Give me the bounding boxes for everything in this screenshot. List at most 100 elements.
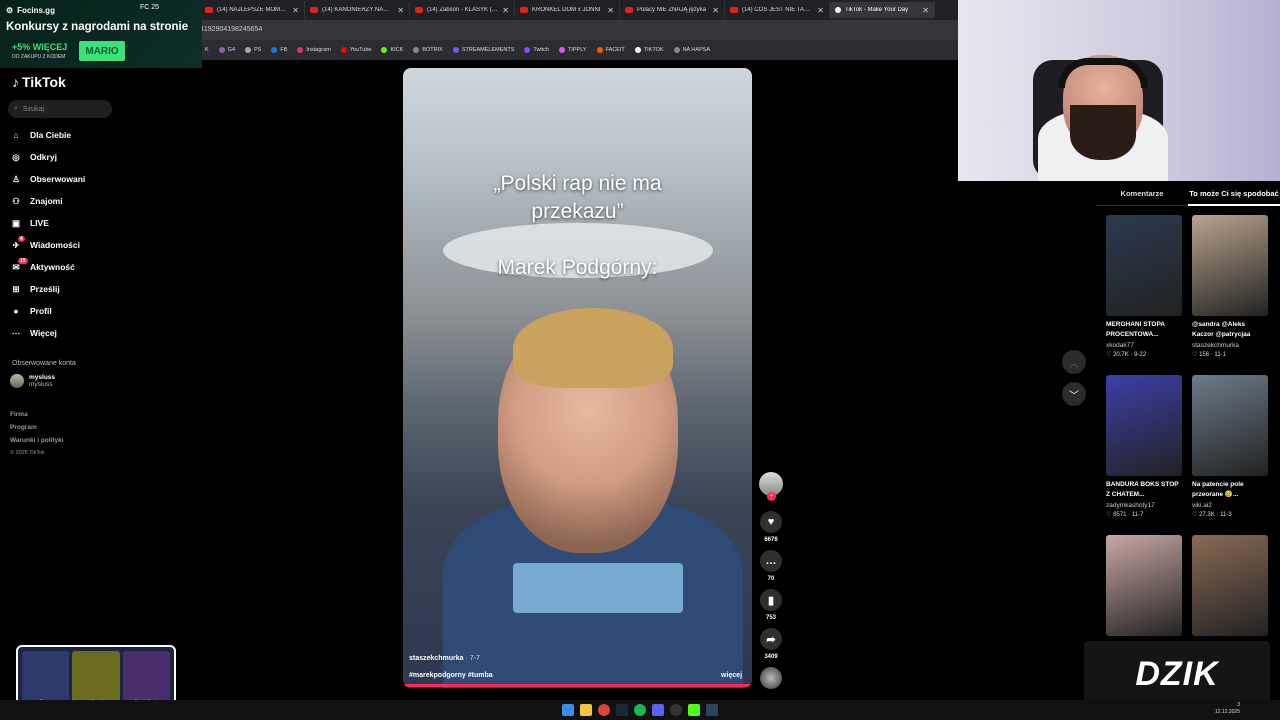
close-icon[interactable]: ✕ xyxy=(712,6,719,15)
followed-account[interactable]: mysluss mysluss xyxy=(10,374,55,388)
bookmark-item[interactable]: Instagram xyxy=(297,47,331,53)
chrome-icon[interactable] xyxy=(598,704,610,716)
like-button[interactable]: ♥ 6676 xyxy=(759,511,783,543)
suggested-video-card[interactable]: BANDURA BOKS STOP Z CHATEM... zadymkashot… xyxy=(1106,375,1182,518)
browser-tab[interactable]: (14) KANONIERZY NADAL ✕ xyxy=(305,2,410,18)
sidebar-item-obserwowani[interactable]: ♙ Obserwowani xyxy=(10,170,160,188)
more-link[interactable]: więcej xyxy=(721,672,742,679)
sidebar-item-dla-ciebie[interactable]: ⌂ Dla Ciebie xyxy=(10,126,160,144)
bookmark-item[interactable]: TIKTOK xyxy=(634,47,664,53)
music-disc[interactable] xyxy=(760,667,782,689)
bookmark-icon xyxy=(558,47,565,53)
video-player[interactable]: „Polski rap nie ma przekazu” Marek Podgó… xyxy=(403,68,752,688)
steam-icon[interactable] xyxy=(616,704,628,716)
heart-icon: ♡ xyxy=(1192,512,1198,518)
tab-suggestions[interactable]: To może Ci się spodobać xyxy=(1188,182,1280,206)
bookmark-icon xyxy=(524,47,531,53)
video-thumbnail[interactable] xyxy=(1106,215,1182,316)
browser-tab[interactable]: Polacy NIE ZNAJĄ języka ✕ xyxy=(620,2,725,18)
bookmark-label: TIKTOK xyxy=(643,47,664,53)
bookmark-icon xyxy=(297,47,304,53)
browser-tab[interactable]: (14) COŚ JEST NIE TAK | T ✕ xyxy=(725,2,830,18)
close-icon[interactable]: ✕ xyxy=(922,6,929,15)
follow-plus-icon[interactable]: + xyxy=(767,492,776,501)
bookmark-item[interactable]: G4 xyxy=(218,47,235,53)
sidebar-item-wi-cej[interactable]: ⋯ Więcej xyxy=(10,324,160,342)
save-button[interactable]: ▮ 753 xyxy=(759,589,783,621)
video-thumbnail[interactable] xyxy=(1192,535,1268,636)
chevron-up-icon[interactable]: ︿ xyxy=(1062,350,1086,374)
card-likes: 8571 xyxy=(1113,512,1127,518)
followed-title: Obserwowane konta xyxy=(12,360,76,367)
discord-icon[interactable] xyxy=(652,704,664,716)
sidebar-item-prze-lij[interactable]: ⊞ Prześlij xyxy=(10,280,160,298)
close-icon[interactable]: ✕ xyxy=(607,6,614,15)
sidebar-item-znajomi[interactable]: ⚇ Znajomi xyxy=(10,192,160,210)
suggested-video-card[interactable]: MERGHANI STOPA PROCENTOWA... xkodak77 ♡ 2… xyxy=(1106,215,1182,358)
bookmark-item[interactable]: BOTRIX xyxy=(413,47,443,53)
youtube-favicon-icon xyxy=(730,7,738,13)
windows-start-icon[interactable] xyxy=(562,704,574,716)
footer-link[interactable]: Program xyxy=(10,424,37,431)
dzik-logo: DZIK xyxy=(1084,641,1270,708)
share-button[interactable]: ➦ 3409 xyxy=(759,628,783,660)
sidebar-item-wiadomo-ci[interactable]: ✈ 4 Wiadomości xyxy=(10,236,160,254)
bookmark-item[interactable]: KICK xyxy=(381,47,403,53)
suggested-video-card[interactable]: Na patencie pole przeorane 😢... viki.ai2 … xyxy=(1192,375,1268,518)
video-thumbnail[interactable] xyxy=(1192,375,1268,476)
sidebar-item-live[interactable]: ▣ LIVE xyxy=(10,214,160,232)
close-icon[interactable]: ✕ xyxy=(292,6,299,15)
tab-label: (14) Żabson - KLASYK (feat. xyxy=(427,7,499,13)
bookmark-label: FB xyxy=(280,47,288,53)
video-tags[interactable]: #marekpodgorny #tumba xyxy=(409,672,493,679)
bookmark-item[interactable]: YouTube xyxy=(340,47,371,53)
close-icon[interactable]: ✕ xyxy=(817,6,824,15)
video-thumbnail[interactable] xyxy=(1192,215,1268,316)
folder-icon[interactable] xyxy=(580,704,592,716)
bookmark-item[interactable]: STREAMELEMENTS xyxy=(452,47,514,53)
bookmark-icon xyxy=(245,47,252,53)
panel-tabs: Komentarze To może Ci się spodobać xyxy=(1096,182,1280,206)
spotify-icon[interactable] xyxy=(634,704,646,716)
bookmark-icon xyxy=(634,47,641,53)
browser-tab[interactable]: KRONKEL DOM x JONNI ✕ xyxy=(515,2,620,18)
browser-tab[interactable]: (14) NAJLEPSZE MOMENTY ✕ xyxy=(200,2,305,18)
browser-tab[interactable]: (14) Żabson - KLASYK (feat. ✕ xyxy=(410,2,515,18)
message-icon: ✈ 4 xyxy=(12,236,25,250)
bookmark-item[interactable]: TIPPLY xyxy=(558,47,587,53)
close-icon[interactable]: ✕ xyxy=(502,6,509,15)
bookmark-item[interactable]: Twitch xyxy=(524,47,549,53)
bookmark-item[interactable]: FACEIT xyxy=(596,47,625,53)
sidebar-item-profil[interactable]: ● Profil xyxy=(10,302,160,320)
video-progress[interactable] xyxy=(403,684,752,687)
footer-link[interactable]: Firma xyxy=(10,411,28,418)
video-author[interactable]: staszekchmurka · 7-7 xyxy=(409,655,480,662)
sidebar-item-odkryj[interactable]: ◎ Odkryj xyxy=(10,148,160,166)
bookmark-item[interactable]: FB xyxy=(271,47,287,53)
tab-comments[interactable]: Komentarze xyxy=(1096,182,1188,206)
promo-status: FC 25 xyxy=(140,4,160,11)
sidebar-item-aktywno-[interactable]: ✉ 19 Aktywność xyxy=(10,258,160,276)
kick-icon[interactable] xyxy=(688,704,700,716)
bookmark-item[interactable]: PS xyxy=(245,47,261,53)
chevron-down-icon[interactable]: ﹀ xyxy=(1062,382,1086,406)
bookmark-icon xyxy=(413,47,420,53)
friends-icon: ⚇ xyxy=(12,195,20,206)
search-input[interactable]: ⌕ Szukaj xyxy=(8,100,112,118)
heart-icon: ♥ xyxy=(760,511,782,533)
card-user: staszekchmurka xyxy=(1192,342,1239,349)
steam-client-icon[interactable] xyxy=(706,704,718,716)
youtube-favicon-icon xyxy=(205,7,213,13)
youtube-favicon-icon xyxy=(310,7,318,13)
bookmark-item[interactable]: NA HAPSA xyxy=(673,47,710,53)
browser-tab[interactable]: TikTok - Make Your Day ✕ xyxy=(830,2,935,18)
footer-link[interactable]: Warunki i polityki xyxy=(10,437,64,444)
suggested-video-card[interactable]: @sandra @Aleks Kaczor @patrycjaa staszekc… xyxy=(1192,215,1268,358)
video-thumbnail[interactable] xyxy=(1106,375,1182,476)
obs-icon[interactable] xyxy=(670,704,682,716)
comment-button[interactable]: … 70 xyxy=(759,550,783,582)
close-icon[interactable]: ✕ xyxy=(397,6,404,15)
video-thumbnail[interactable] xyxy=(1106,535,1182,636)
heart-icon: ♡ xyxy=(1192,352,1198,358)
tiktok-logo[interactable]: ♪ TikTok xyxy=(12,74,66,90)
